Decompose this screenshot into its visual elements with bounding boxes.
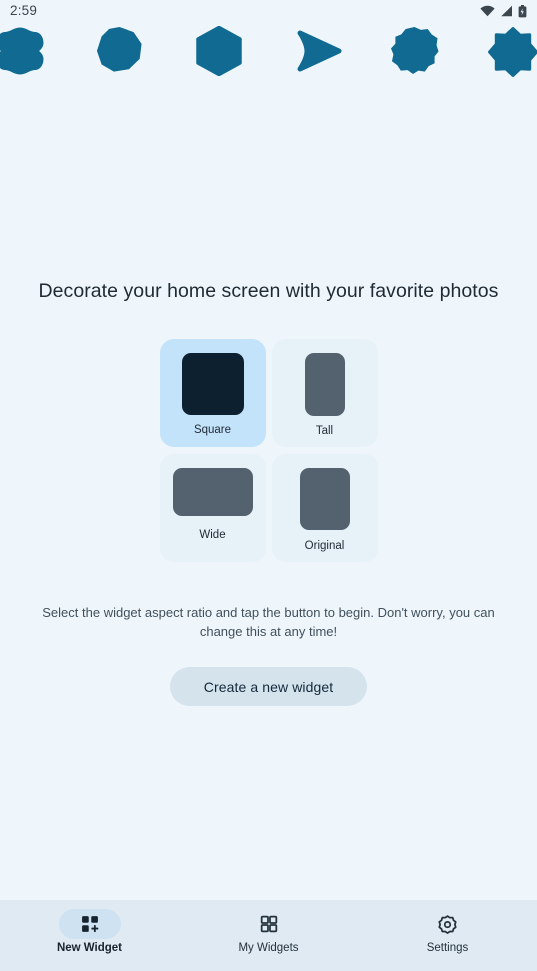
decorative-shape-band bbox=[0, 22, 537, 84]
nav-item-my-widgets[interactable]: My Widgets bbox=[179, 909, 358, 955]
wide-preview-icon bbox=[172, 468, 253, 517]
wifi-icon bbox=[480, 5, 495, 17]
bottom-navigation-bar: New Widget My Widgets Settings bbox=[0, 900, 537, 971]
grid-widget-icon bbox=[259, 914, 279, 934]
hexagon-shape bbox=[194, 26, 244, 76]
status-icons bbox=[480, 4, 527, 18]
original-preview-icon bbox=[299, 468, 350, 531]
arrow-shape bbox=[292, 26, 342, 76]
nav-item-settings[interactable]: Settings bbox=[358, 909, 537, 955]
status-time: 2:59 bbox=[10, 3, 38, 19]
scallop-shape bbox=[0, 26, 46, 76]
tall-preview-icon bbox=[304, 353, 345, 417]
ratio-option-original[interactable]: Original bbox=[271, 454, 378, 563]
cta-container: Create a new widget bbox=[169, 667, 368, 707]
instruction-text: Select the widget aspect ratio and tap t… bbox=[42, 605, 495, 640]
nav-pill-new-widget bbox=[58, 909, 121, 939]
nav-pill-settings bbox=[417, 909, 479, 939]
page-title: Decorate your home screen with your favo… bbox=[38, 280, 499, 302]
add-widget-icon bbox=[80, 914, 100, 934]
square-preview-icon bbox=[181, 353, 244, 416]
gear-icon bbox=[437, 914, 458, 935]
nonagon-shape bbox=[96, 26, 143, 73]
status-bar: 2:59 bbox=[0, 0, 537, 22]
ratio-label-square: Square bbox=[193, 424, 232, 437]
ratio-option-tall[interactable]: Tall bbox=[271, 339, 378, 448]
aspect-ratio-grid: Square Tall Wide Original bbox=[159, 339, 378, 563]
nav-label-settings: Settings bbox=[426, 942, 469, 954]
cell-signal-icon bbox=[500, 5, 513, 17]
nav-label-new-widget: New Widget bbox=[56, 942, 123, 954]
cookie-shape bbox=[390, 26, 439, 75]
ratio-label-wide: Wide bbox=[199, 529, 226, 542]
main-content: Decorate your home screen with your favo… bbox=[0, 84, 537, 900]
ratio-label-tall: Tall bbox=[315, 425, 334, 438]
nav-item-new-widget[interactable]: New Widget bbox=[0, 909, 179, 955]
ratio-option-square[interactable]: Square bbox=[159, 339, 266, 448]
battery-icon bbox=[518, 4, 527, 18]
burst-shape bbox=[487, 26, 537, 78]
ratio-label-original: Original bbox=[304, 540, 345, 553]
nav-pill-my-widgets bbox=[238, 909, 300, 939]
ratio-option-wide[interactable]: Wide bbox=[159, 454, 266, 563]
create-new-widget-button[interactable]: Create a new widget bbox=[169, 667, 368, 707]
nav-label-my-widgets: My Widgets bbox=[238, 942, 299, 954]
